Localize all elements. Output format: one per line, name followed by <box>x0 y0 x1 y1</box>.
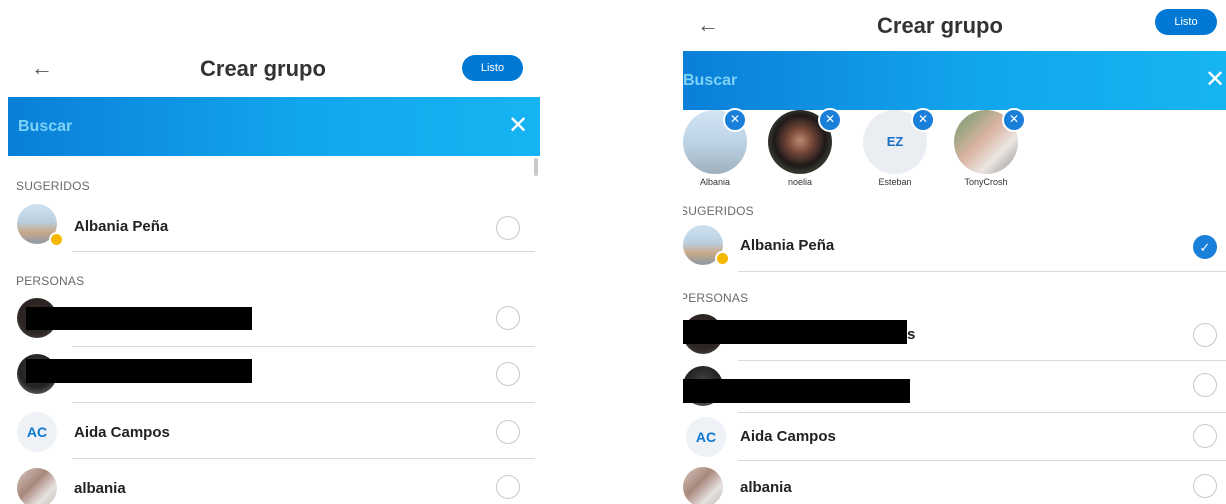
redacted-name <box>26 359 252 383</box>
status-away-icon <box>49 232 64 247</box>
search-placeholder: Buscar <box>18 118 73 135</box>
create-group-panel-left: ← Crear grupo Listo Buscar ✕ SUGERIDOS A… <box>8 0 540 504</box>
back-arrow-icon[interactable]: ← <box>31 57 53 79</box>
back-arrow-icon[interactable]: ← <box>697 14 719 36</box>
divider <box>738 460 1226 461</box>
contact-name: Albania Peña <box>74 218 169 235</box>
avatar <box>683 467 723 504</box>
section-header-suggested: SUGERIDOS <box>683 204 754 218</box>
selected-chip[interactable]: noelia ✕ <box>766 108 842 187</box>
contact-name: albania <box>74 480 126 497</box>
select-radio[interactable] <box>496 475 520 499</box>
divider <box>72 402 535 403</box>
chip-label: Esteban <box>878 177 912 187</box>
divider <box>738 271 1226 272</box>
select-radio[interactable] <box>496 362 520 386</box>
select-radio[interactable] <box>1193 424 1217 448</box>
contact-name: Aida Campos <box>74 424 170 441</box>
section-header-people: PERSONAS <box>16 274 85 288</box>
remove-chip-icon[interactable]: ✕ <box>1002 108 1026 132</box>
page-title: Crear grupo <box>877 13 1003 38</box>
list-item[interactable]: AC Aida Campos <box>8 408 540 458</box>
selected-chip[interactable]: EZ Esteban ✕ <box>861 108 935 187</box>
divider <box>72 346 535 347</box>
status-away-icon <box>715 251 730 266</box>
select-radio[interactable] <box>1193 373 1217 397</box>
divider <box>72 251 535 252</box>
done-button[interactable]: Listo <box>1155 9 1217 35</box>
avatar: AC <box>17 412 57 452</box>
list-item[interactable]: Albania Peña ✓ <box>683 223 1226 271</box>
search-bar[interactable]: Buscar ✕ <box>8 97 540 156</box>
search-bar[interactable]: Buscar ✕ <box>683 51 1226 110</box>
list-item[interactable] <box>8 352 540 402</box>
contact-name: s <box>907 326 916 343</box>
select-radio[interactable] <box>1193 474 1217 498</box>
divider <box>72 458 535 459</box>
redacted-name <box>683 379 910 403</box>
selected-chip[interactable]: Albania ✕ <box>683 108 749 187</box>
list-item[interactable]: s <box>683 312 1226 360</box>
create-group-panel-right: ← Crear grupo Listo Buscar ✕ Albania ✕ n… <box>683 0 1226 504</box>
select-radio[interactable]: ✓ <box>1193 235 1217 259</box>
select-radio[interactable] <box>496 306 520 330</box>
avatar <box>17 468 57 504</box>
chip-label: noelia <box>787 177 813 187</box>
list-item[interactable] <box>8 296 540 346</box>
section-header-people: PERSONAS <box>683 291 749 305</box>
list-item[interactable]: albania <box>683 464 1226 504</box>
list-item[interactable]: AC Aida Campos <box>683 414 1226 460</box>
divider <box>738 412 1226 413</box>
remove-chip-icon[interactable]: ✕ <box>723 108 747 132</box>
selected-chip[interactable]: TonyCrosh ✕ <box>952 108 1026 187</box>
divider <box>738 360 1226 361</box>
contact-name: albania <box>740 479 792 496</box>
search-placeholder: Buscar <box>683 72 738 89</box>
list-item[interactable] <box>683 364 1226 412</box>
close-icon[interactable]: ✕ <box>508 114 528 138</box>
close-icon[interactable]: ✕ <box>1205 68 1225 92</box>
done-button[interactable]: Listo <box>462 55 523 81</box>
scrollbar[interactable] <box>534 158 538 176</box>
chip-label: Albania <box>699 177 731 187</box>
chip-label: TonyCrosh <box>964 177 1008 187</box>
contact-name: Aida Campos <box>740 428 836 445</box>
list-item[interactable]: Albania Peña <box>8 202 540 252</box>
select-radio[interactable] <box>1193 323 1217 347</box>
remove-chip-icon[interactable]: ✕ <box>911 108 935 132</box>
contact-name: Albania Peña <box>740 237 835 254</box>
select-radio[interactable] <box>496 216 520 240</box>
redacted-name <box>26 307 252 330</box>
remove-chip-icon[interactable]: ✕ <box>818 108 842 132</box>
section-header-suggested: SUGERIDOS <box>16 179 90 193</box>
avatar: AC <box>686 417 726 457</box>
page-title: Crear grupo <box>200 56 326 81</box>
redacted-name <box>683 320 907 344</box>
list-item[interactable]: albania <box>8 464 540 504</box>
select-radio[interactable] <box>496 420 520 444</box>
